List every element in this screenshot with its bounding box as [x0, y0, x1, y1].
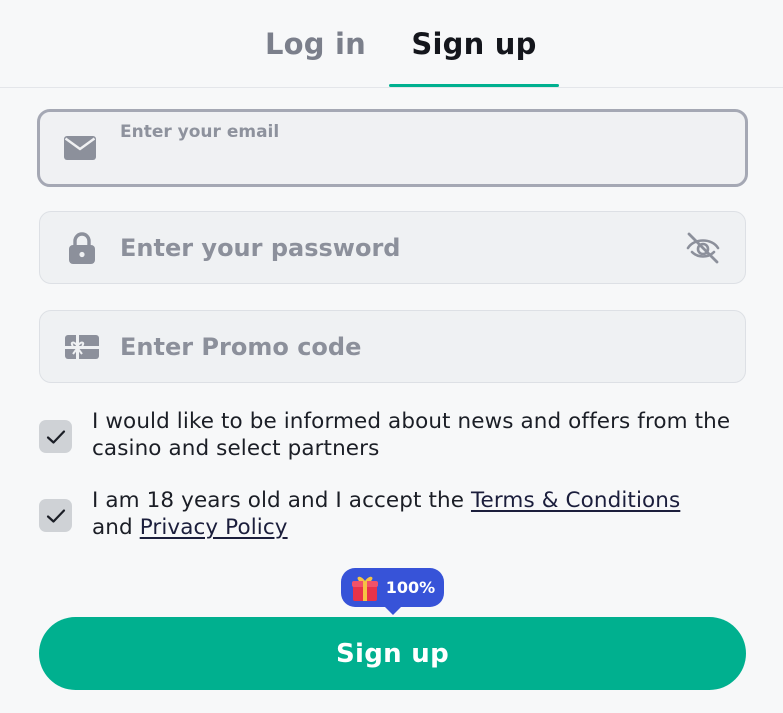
- news-consent-row: I would like to be informed about news a…: [39, 408, 746, 462]
- bonus-percent: 100%: [385, 578, 436, 597]
- bonus-badge: 100%: [341, 568, 444, 615]
- terms-consent-row: I am 18 years old and I accept the Terms…: [39, 487, 746, 541]
- active-tab-indicator: [389, 84, 559, 87]
- promo-field[interactable]: [39, 310, 746, 383]
- checkmark-icon: [46, 429, 65, 444]
- gift-icon: [351, 576, 378, 601]
- tab-signup[interactable]: Sign up: [389, 0, 559, 88]
- eye-off-icon[interactable]: [683, 228, 723, 268]
- auth-tabs: Log in Sign up: [0, 0, 783, 88]
- news-consent-label: I would like to be informed about news a…: [92, 409, 731, 461]
- checkmark-icon: [46, 508, 65, 523]
- lock-icon: [64, 230, 100, 266]
- email-input[interactable]: [120, 148, 660, 178]
- tab-login-label: Log in: [264, 27, 367, 61]
- tab-signup-label: Sign up: [411, 27, 537, 61]
- terms-consent-label: I am 18 years old and I accept the Terms…: [92, 487, 680, 541]
- password-input[interactable]: [120, 212, 660, 283]
- news-consent-checkbox[interactable]: [39, 420, 72, 453]
- terms-text-before: I am 18 years old and I accept the: [92, 488, 471, 513]
- terms-consent-checkbox[interactable]: [39, 499, 72, 532]
- gift-card-icon: [64, 329, 100, 365]
- terms-text-and: and: [92, 515, 140, 540]
- password-field[interactable]: [39, 211, 746, 284]
- envelope-icon: [62, 130, 98, 166]
- promo-code-input[interactable]: [120, 311, 660, 382]
- signup-panel: Log in Sign up Enter your email Enter Pr…: [0, 0, 783, 713]
- tab-login[interactable]: Log in: [242, 0, 389, 88]
- privacy-policy-link[interactable]: Privacy Policy: [140, 515, 288, 540]
- email-label: Enter your email: [120, 122, 280, 142]
- signup-submit-button[interactable]: Sign up: [39, 617, 746, 690]
- email-field[interactable]: Enter your email: [37, 109, 748, 187]
- terms-conditions-link[interactable]: Terms & Conditions: [471, 488, 680, 513]
